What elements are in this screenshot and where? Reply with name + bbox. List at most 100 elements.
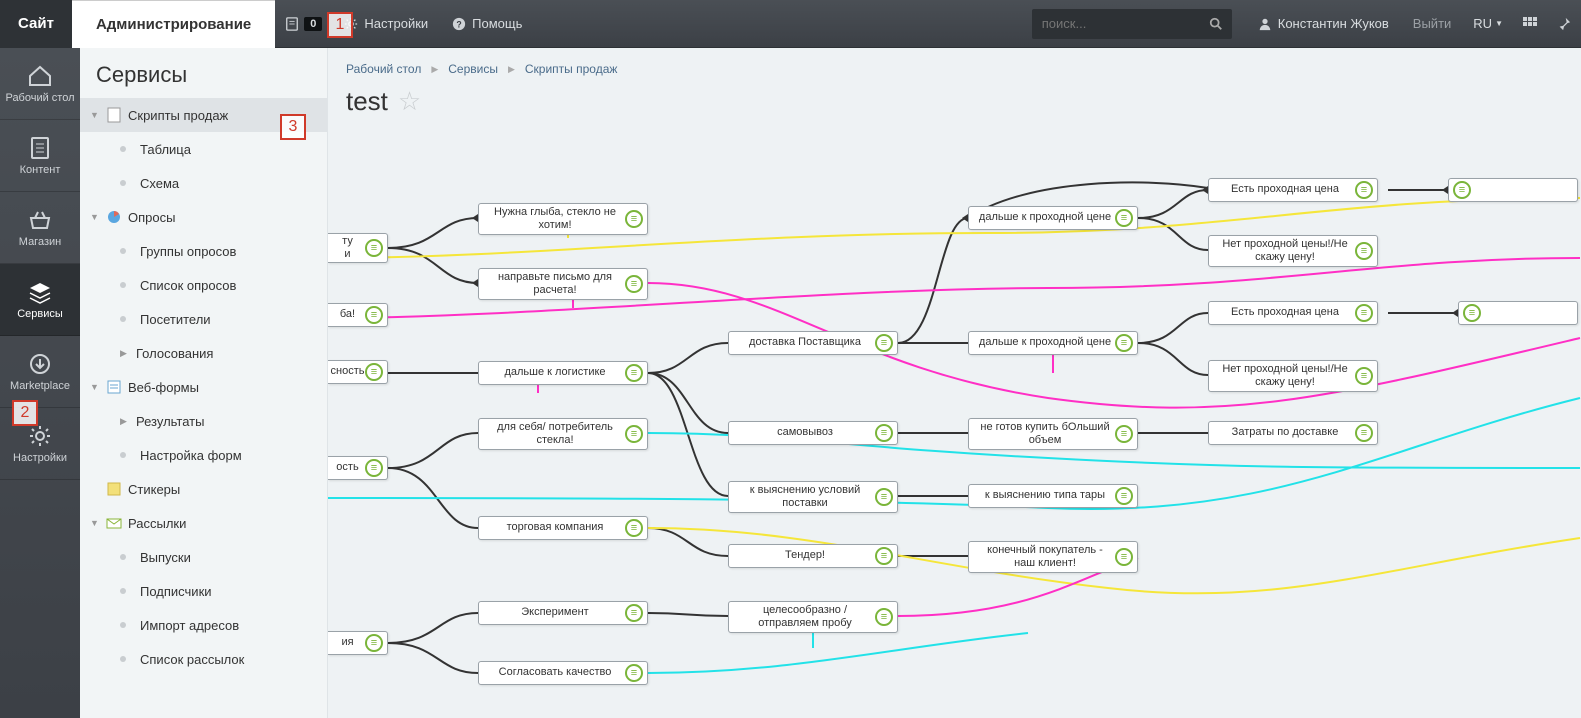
star-icon[interactable]: ☆ xyxy=(398,86,421,117)
node-menu-icon[interactable] xyxy=(1355,181,1373,199)
tree-polls-groups[interactable]: Группы опросов xyxy=(114,234,327,268)
node-menu-icon[interactable] xyxy=(875,547,893,565)
node-menu-icon[interactable] xyxy=(875,608,893,626)
grid-button[interactable] xyxy=(1513,0,1547,48)
tree-stickers[interactable]: ▶ Стикеры xyxy=(80,472,327,506)
flow-node[interactable]: Есть проходная цена xyxy=(1208,178,1378,202)
tree-polls-visitors[interactable]: Посетители xyxy=(114,302,327,336)
logout-link[interactable]: Выйти xyxy=(1401,16,1464,31)
crumb-desktop[interactable]: Рабочий стол xyxy=(346,62,421,76)
node-menu-icon[interactable] xyxy=(1115,334,1133,352)
flow-node[interactable]: ия xyxy=(328,631,388,655)
flow-node[interactable]: самовывоз xyxy=(728,421,898,445)
node-menu-icon[interactable] xyxy=(625,604,643,622)
site-tab[interactable]: Сайт xyxy=(0,0,72,48)
flow-node[interactable]: целесообразно / отправляем пробу xyxy=(728,601,898,633)
language-selector[interactable]: RU ▼ xyxy=(1463,16,1513,31)
rail-marketplace[interactable]: Marketplace xyxy=(0,336,80,408)
user-menu[interactable]: Константин Жуков xyxy=(1246,16,1401,31)
node-menu-icon[interactable] xyxy=(1463,304,1481,322)
node-menu-icon[interactable] xyxy=(625,664,643,682)
node-menu-icon[interactable] xyxy=(875,334,893,352)
flow-node[interactable]: Согласовать качество xyxy=(478,661,648,685)
node-menu-icon[interactable] xyxy=(365,363,383,381)
node-menu-icon[interactable] xyxy=(625,519,643,537)
help-link[interactable]: ? Помощь xyxy=(440,0,534,48)
flow-node[interactable]: Нет проходной цены!/Не скажу цену! xyxy=(1208,235,1378,267)
node-menu-icon[interactable] xyxy=(625,275,643,293)
flow-node[interactable]: ость xyxy=(328,456,388,480)
tree-forms[interactable]: ▼ Веб-формы xyxy=(80,370,327,404)
pin-button[interactable] xyxy=(1547,0,1581,48)
rail-desktop[interactable]: Рабочий стол xyxy=(0,48,80,120)
flow-node[interactable]: Затраты по доставке xyxy=(1208,421,1378,445)
search-box[interactable] xyxy=(1032,9,1232,39)
tree-forms-config[interactable]: Настройка форм xyxy=(114,438,327,472)
rail-store[interactable]: Магазин xyxy=(0,192,80,264)
flow-node[interactable]: направьте письмо для расчета! xyxy=(478,268,648,300)
tree-forms-results[interactable]: ▶Результаты xyxy=(114,404,327,438)
crumb-services[interactable]: Сервисы xyxy=(448,62,498,76)
annotation-3: 3 xyxy=(280,114,306,140)
node-menu-icon[interactable] xyxy=(1115,425,1133,443)
rail-label: Магазин xyxy=(19,236,61,248)
flow-node[interactable]: Нет проходной цены!/Не скажу цену! xyxy=(1208,360,1378,392)
flow-node[interactable]: сность xyxy=(328,360,388,384)
node-menu-icon[interactable] xyxy=(1115,548,1133,566)
tree-mail[interactable]: ▼ Рассылки xyxy=(80,506,327,540)
flow-node[interactable]: Тендер! xyxy=(728,544,898,568)
tree-polls-votes[interactable]: ▶Голосования xyxy=(114,336,327,370)
notification-counter[interactable]: 0 xyxy=(275,17,332,31)
node-menu-icon[interactable] xyxy=(365,239,383,257)
tree-mail-subs[interactable]: Подписчики xyxy=(114,574,327,608)
node-menu-icon[interactable] xyxy=(625,425,643,443)
search-icon[interactable] xyxy=(1202,17,1230,31)
node-menu-icon[interactable] xyxy=(625,210,643,228)
flow-canvas[interactable]: ту и ба! сность ость ия Нужна глыба, сте… xyxy=(328,138,1581,718)
tree-scripts-scheme[interactable]: Схема xyxy=(114,166,327,200)
node-menu-icon[interactable] xyxy=(1115,209,1133,227)
flow-node[interactable]: Эксперимент xyxy=(478,601,648,625)
node-menu-icon[interactable] xyxy=(1355,304,1373,322)
flow-node[interactable]: дальше к проходной цене xyxy=(968,206,1138,230)
flow-node[interactable]: дальше к проходной цене xyxy=(968,331,1138,355)
annotation-2: 2 xyxy=(12,400,38,426)
node-menu-icon[interactable] xyxy=(365,634,383,652)
flow-node[interactable]: ба! xyxy=(328,303,388,327)
tree-polls-list[interactable]: Список опросов xyxy=(114,268,327,302)
admin-tab[interactable]: Администрирование xyxy=(72,0,275,48)
flow-node[interactable]: к выяснению условий поставки xyxy=(728,481,898,513)
rail-services[interactable]: Сервисы xyxy=(0,264,80,336)
tree-mail-issues[interactable]: Выпуски xyxy=(114,540,327,574)
flow-node[interactable]: дальше к логистике xyxy=(478,361,648,385)
crumb-scripts[interactable]: Скрипты продаж xyxy=(525,62,618,76)
tree-mail-import[interactable]: Импорт адресов xyxy=(114,608,327,642)
search-input[interactable] xyxy=(1032,16,1202,31)
node-menu-icon[interactable] xyxy=(365,306,383,324)
node-menu-icon[interactable] xyxy=(875,424,893,442)
flow-node[interactable]: доставка Поставщика xyxy=(728,331,898,355)
rail-content[interactable]: Контент xyxy=(0,120,80,192)
flow-node[interactable]: Есть проходная цена xyxy=(1208,301,1378,325)
node-menu-icon[interactable] xyxy=(875,488,893,506)
node-menu-icon[interactable] xyxy=(1115,487,1133,505)
flow-node[interactable]: торговая компания xyxy=(478,516,648,540)
tree-polls[interactable]: ▼ Опросы xyxy=(80,200,327,234)
rail-label: Настройки xyxy=(13,452,67,464)
tree-mail-list[interactable]: Список рассылок xyxy=(114,642,327,676)
node-menu-icon[interactable] xyxy=(365,459,383,477)
node-menu-icon[interactable] xyxy=(1355,242,1373,260)
flow-node[interactable]: конечный покупатель - наш клиент! xyxy=(968,541,1138,573)
chevron-right-icon: ▶ xyxy=(120,416,130,427)
node-menu-icon[interactable] xyxy=(1355,424,1373,442)
flow-node[interactable]: Нужна глыба, стекло не хотим! xyxy=(478,203,648,235)
flow-node[interactable]: не готов купить бОльший объем xyxy=(968,418,1138,450)
flow-node[interactable]: для себя/ потребитель стекла! xyxy=(478,418,648,450)
node-menu-icon[interactable] xyxy=(1453,181,1471,199)
flow-node[interactable]: к выяснению типа тары xyxy=(968,484,1138,508)
node-menu-icon[interactable] xyxy=(1355,367,1373,385)
node-menu-icon[interactable] xyxy=(625,364,643,382)
flow-node[interactable] xyxy=(1448,178,1578,202)
flow-node[interactable] xyxy=(1458,301,1578,325)
flow-node[interactable]: ту и xyxy=(328,233,388,263)
